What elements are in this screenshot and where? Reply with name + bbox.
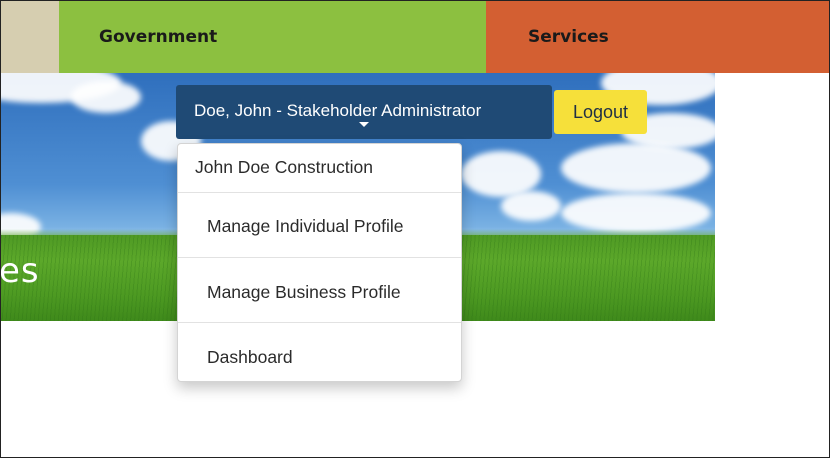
nav-tab-label: Services <box>528 27 609 47</box>
user-menu-label: Doe, John - Stakeholder Administrator <box>194 101 482 120</box>
top-navigation: Government Services <box>1 1 829 73</box>
user-menu-button[interactable]: Doe, John - Stakeholder Administrator <box>176 85 552 139</box>
nav-tab-services[interactable]: Services <box>486 1 829 73</box>
caret-down-icon <box>359 122 369 127</box>
cloud-shape <box>501 191 561 221</box>
logout-button[interactable]: Logout <box>554 90 647 134</box>
nav-tab-government[interactable]: Government <box>59 1 486 73</box>
menu-item-label: Manage Business Profile <box>207 282 401 302</box>
menu-item-manage-business-profile[interactable]: Manage Business Profile <box>178 258 461 322</box>
banner-title: es <box>1 251 40 291</box>
page-frame: Government Services es Doe, John - Stake… <box>0 0 830 458</box>
dropdown-header-label: John Doe Construction <box>195 157 374 177</box>
user-dropdown-menu: John Doe Construction Manage Individual … <box>177 143 462 382</box>
cloud-shape <box>71 81 141 113</box>
cloud-shape <box>561 193 711 233</box>
nav-tab-partial[interactable] <box>1 1 59 73</box>
menu-item-dashboard[interactable]: Dashboard <box>178 323 461 379</box>
cloud-shape <box>561 143 711 193</box>
menu-item-label: Manage Individual Profile <box>207 216 404 236</box>
nav-tab-label: Government <box>99 27 218 47</box>
dropdown-header-business: John Doe Construction <box>178 144 461 192</box>
menu-item-label: Dashboard <box>207 347 293 367</box>
menu-item-manage-individual-profile[interactable]: Manage Individual Profile <box>178 193 461 257</box>
